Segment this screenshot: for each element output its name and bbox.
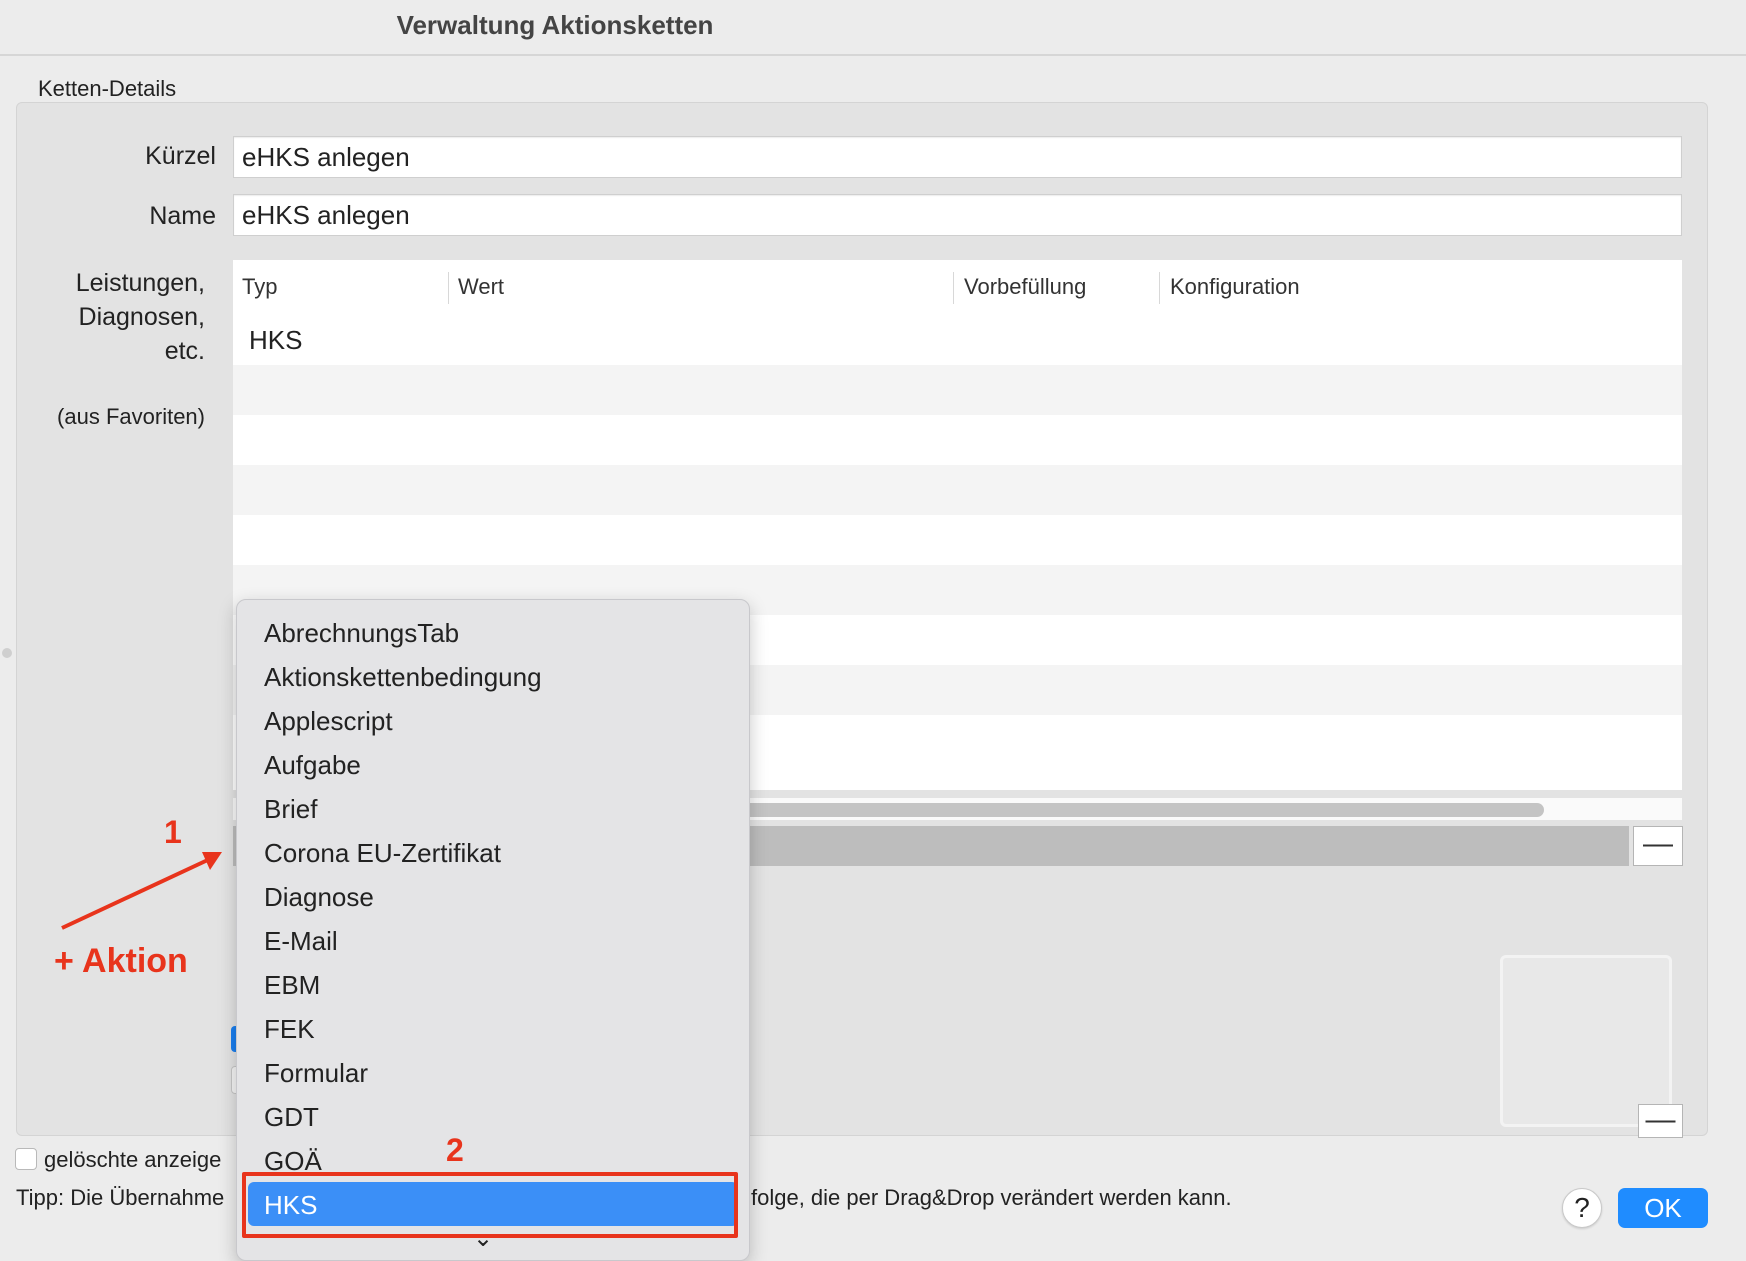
annotation-arrow xyxy=(61,856,213,930)
annotation-layer xyxy=(61,852,222,930)
annotation-step-1: 1 xyxy=(164,814,182,850)
annotation-step-2: 2 xyxy=(446,1132,464,1168)
annotation-add-action: + Aktion xyxy=(54,942,188,980)
annotation-highlight-box xyxy=(242,1172,738,1238)
